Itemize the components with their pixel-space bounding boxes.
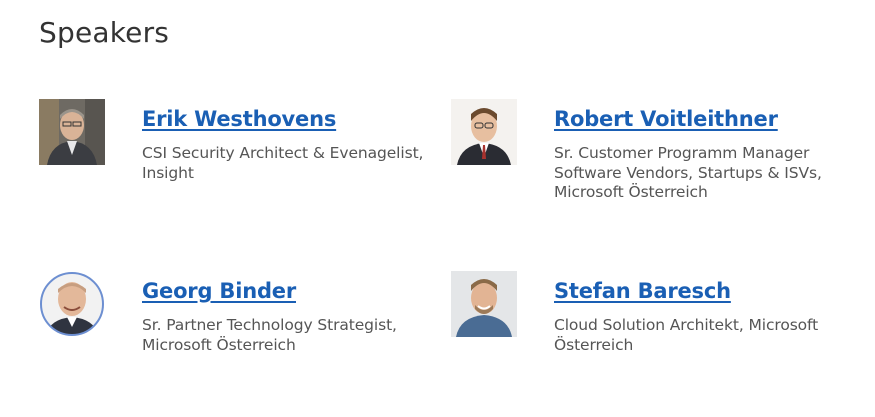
speaker-name-link[interactable]: Robert Voitleithner: [554, 105, 778, 133]
speaker-name-link[interactable]: Stefan Baresch: [554, 277, 731, 305]
speaker-card: Erik Westhovens CSI Security Architect &…: [39, 99, 439, 229]
section-title: Speakers: [39, 16, 170, 49]
speaker-photo: [39, 271, 105, 337]
speaker-photo: [451, 271, 517, 337]
speaker-role: Sr. Customer Programm Manager Software V…: [554, 144, 822, 201]
speaker-name-link[interactable]: Erik Westhovens: [142, 105, 336, 133]
speaker-photo: [39, 99, 105, 165]
speaker-name-link[interactable]: Georg Binder: [142, 277, 296, 305]
speakers-section: Speakers Erik Westhovens CSI Security Ar…: [0, 0, 875, 417]
speaker-photo: [451, 99, 517, 165]
speaker-role: CSI Security Architect & Evenagelist, In…: [142, 144, 424, 182]
speaker-card: Georg Binder Sr. Partner Technology Stra…: [39, 271, 439, 401]
speaker-role: Sr. Partner Technology Strategist, Micro…: [142, 316, 397, 354]
speaker-card: Robert Voitleithner Sr. Customer Program…: [451, 99, 851, 229]
speaker-role: Cloud Solution Architekt, Microsoft Öste…: [554, 316, 819, 354]
speaker-card: Stefan Baresch Cloud Solution Architekt,…: [451, 271, 851, 401]
